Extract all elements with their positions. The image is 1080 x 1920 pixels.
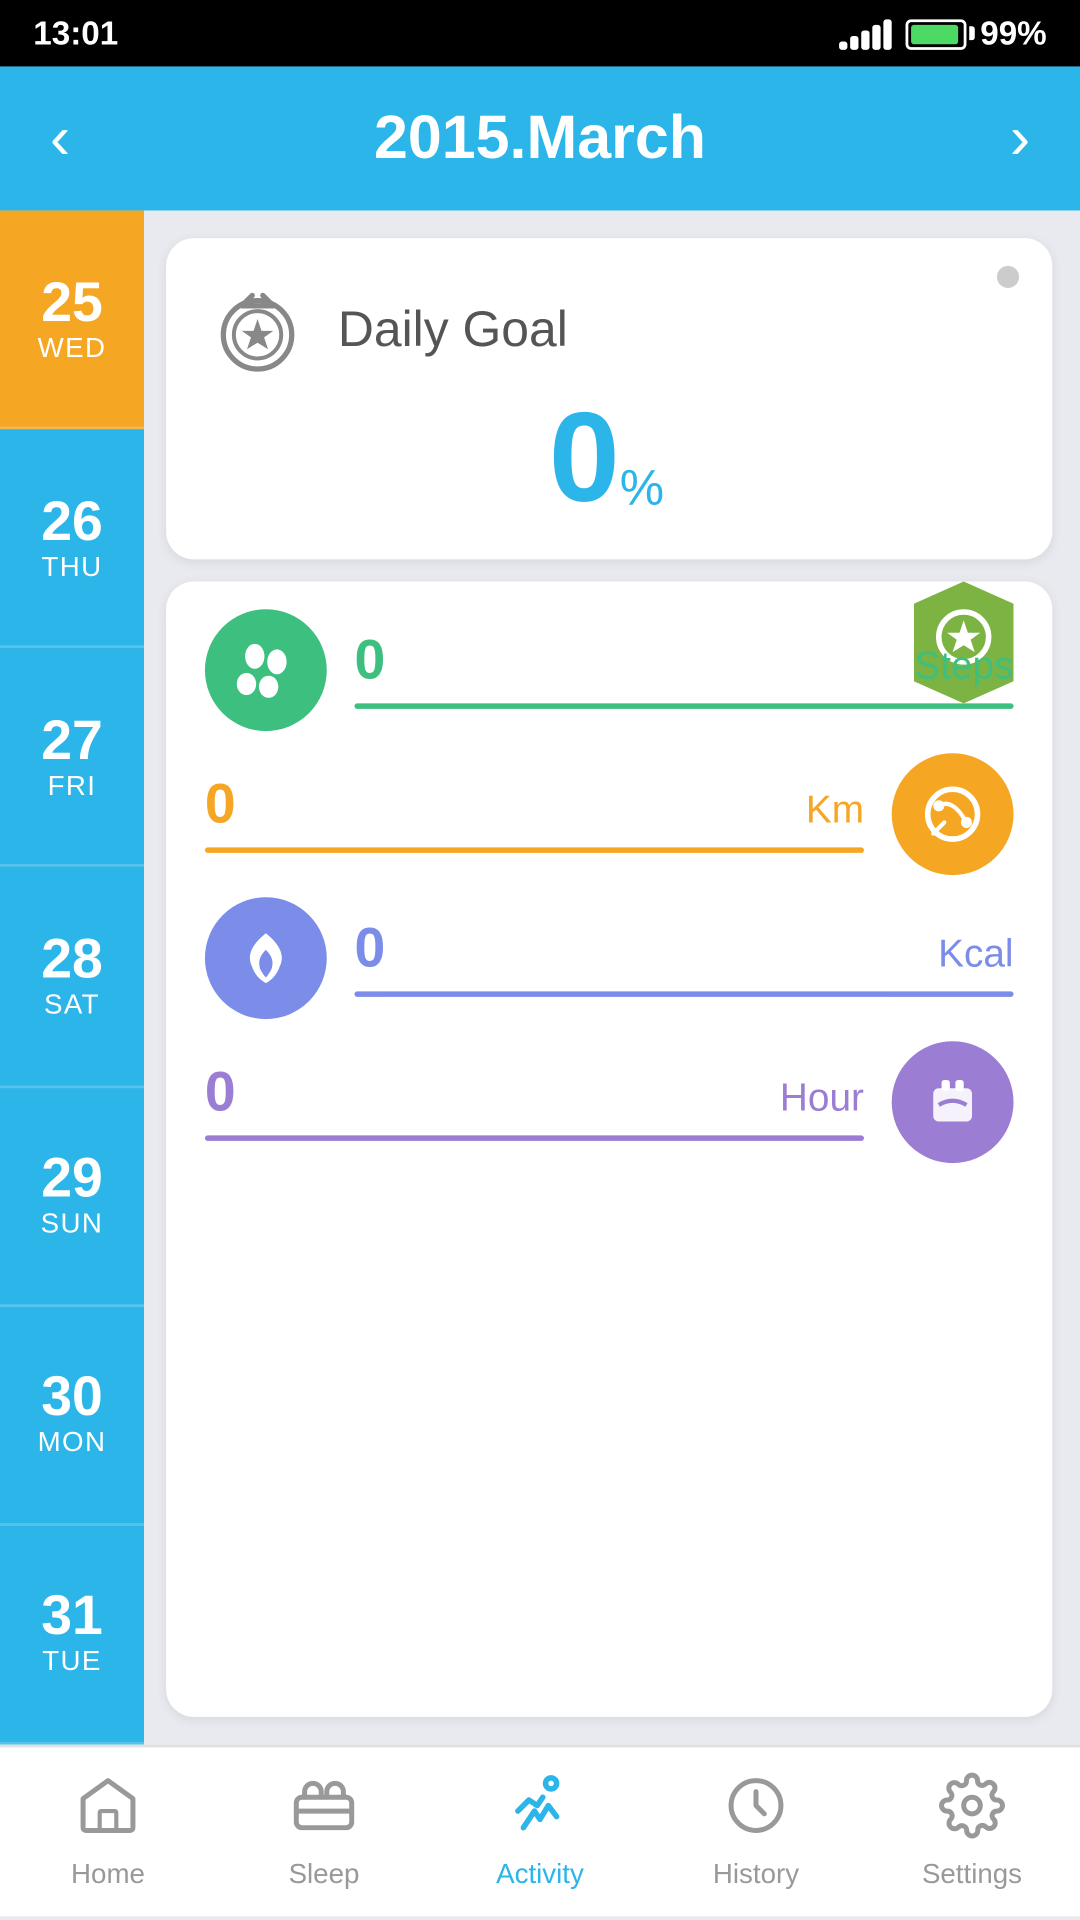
month-title: 2015.March — [374, 102, 706, 174]
calendar-day-25[interactable]: 25 WED — [0, 210, 144, 429]
nav-sleep-label: Sleep — [289, 1861, 360, 1891]
activity-icon — [507, 1772, 573, 1852]
nav-history[interactable]: History — [648, 1747, 864, 1916]
calendar-day-26[interactable]: 26 THU — [0, 430, 144, 649]
steps-info: 0 Steps — [354, 631, 1013, 709]
history-icon — [723, 1772, 789, 1852]
settings-icon — [939, 1772, 1005, 1852]
percent-value: 0 — [549, 385, 620, 529]
day-name-THU: THU — [41, 553, 102, 583]
hour-row: 0 Hour — [205, 1041, 1014, 1163]
kcal-info: 0 Kcal — [354, 919, 1013, 997]
day-name-SAT: SAT — [44, 991, 100, 1021]
steps-line — [354, 703, 1013, 709]
nav-home-label: Home — [71, 1861, 145, 1891]
hour-line — [205, 1135, 864, 1141]
steps-label: Steps — [914, 642, 1013, 686]
day-num-30: 30 — [41, 1369, 103, 1430]
nav-activity[interactable]: Activity — [432, 1747, 648, 1916]
nav-settings-label: Settings — [922, 1861, 1022, 1891]
calendar-day-29[interactable]: 29 SUN — [0, 1087, 144, 1306]
kcal-label: Kcal — [938, 930, 1013, 974]
km-value: 0 — [205, 775, 236, 839]
day-name-MON: MON — [38, 1430, 107, 1460]
daily-goal-percent: 0% — [205, 393, 1008, 520]
medal-icon — [205, 277, 310, 382]
bottom-nav: Home Sleep Activity — [0, 1745, 1080, 1917]
calendar-day-30[interactable]: 30 MON — [0, 1306, 144, 1525]
km-line — [205, 847, 864, 853]
nav-sleep[interactable]: Sleep — [216, 1747, 432, 1916]
nav-settings[interactable]: Settings — [864, 1747, 1080, 1916]
battery-icon — [905, 18, 966, 48]
status-bar: 13:01 99% — [0, 0, 1080, 66]
kcal-row: 0 Kcal — [205, 897, 1014, 1019]
day-num-25: 25 — [41, 273, 103, 334]
nav-home[interactable]: Home — [0, 1747, 216, 1916]
day-num-31: 31 — [41, 1588, 103, 1649]
day-name-WED: WED — [38, 334, 107, 364]
content-area: Daily Goal 0% — [144, 210, 1080, 1744]
dot-indicator — [997, 266, 1019, 288]
calendar-day-27[interactable]: 27 FRI — [0, 649, 144, 868]
battery-percent: 99% — [980, 14, 1047, 53]
hour-value: 0 — [205, 1063, 236, 1127]
day-name-SUN: SUN — [41, 1211, 104, 1241]
home-icon — [75, 1772, 141, 1852]
km-icon-circle — [892, 753, 1014, 875]
steps-icon-circle — [205, 609, 327, 731]
calendar-day-28[interactable]: 28 SAT — [0, 868, 144, 1087]
daily-goal-card: Daily Goal 0% — [166, 238, 1052, 559]
steps-row: 0 Steps — [205, 609, 1014, 731]
steps-value: 0 — [354, 631, 385, 695]
hour-label: Hour — [780, 1074, 864, 1118]
sleep-icon — [291, 1772, 357, 1852]
day-num-27: 27 — [41, 711, 103, 772]
day-num-29: 29 — [41, 1150, 103, 1211]
time-display: 13:01 — [33, 14, 118, 53]
hour-info: 0 Hour — [205, 1063, 864, 1141]
signal-icon — [839, 17, 892, 50]
calendar-day-31[interactable]: 31 TUE — [0, 1525, 144, 1744]
day-name-TUE: TUE — [42, 1649, 102, 1679]
month-header: ‹ 2015.March › — [0, 66, 1080, 210]
kcal-icon-circle — [205, 897, 327, 1019]
status-right: 99% — [839, 14, 1047, 53]
calendar-sidebar: 25 WED 26 THU 27 FRI 28 SAT 29 SUN 30 MO… — [0, 210, 144, 1744]
hour-icon-circle — [892, 1041, 1014, 1163]
stats-card: 0 Steps 0 Km — [166, 582, 1052, 1717]
kcal-line — [354, 991, 1013, 997]
day-num-26: 26 — [41, 492, 103, 553]
km-label: Km — [806, 786, 864, 830]
nav-activity-label: Activity — [496, 1861, 584, 1891]
main-content: 25 WED 26 THU 27 FRI 28 SAT 29 SUN 30 MO… — [0, 210, 1080, 1744]
next-month-button[interactable]: › — [1010, 108, 1030, 169]
daily-goal-title: Daily Goal — [338, 300, 568, 358]
km-row: 0 Km — [205, 753, 1014, 875]
percent-sign: % — [620, 460, 664, 515]
nav-history-label: History — [713, 1861, 799, 1891]
kcal-value: 0 — [354, 919, 385, 983]
prev-month-button[interactable]: ‹ — [50, 108, 70, 169]
km-info: 0 Km — [205, 775, 864, 853]
day-num-28: 28 — [41, 930, 103, 991]
day-name-FRI: FRI — [48, 772, 97, 802]
